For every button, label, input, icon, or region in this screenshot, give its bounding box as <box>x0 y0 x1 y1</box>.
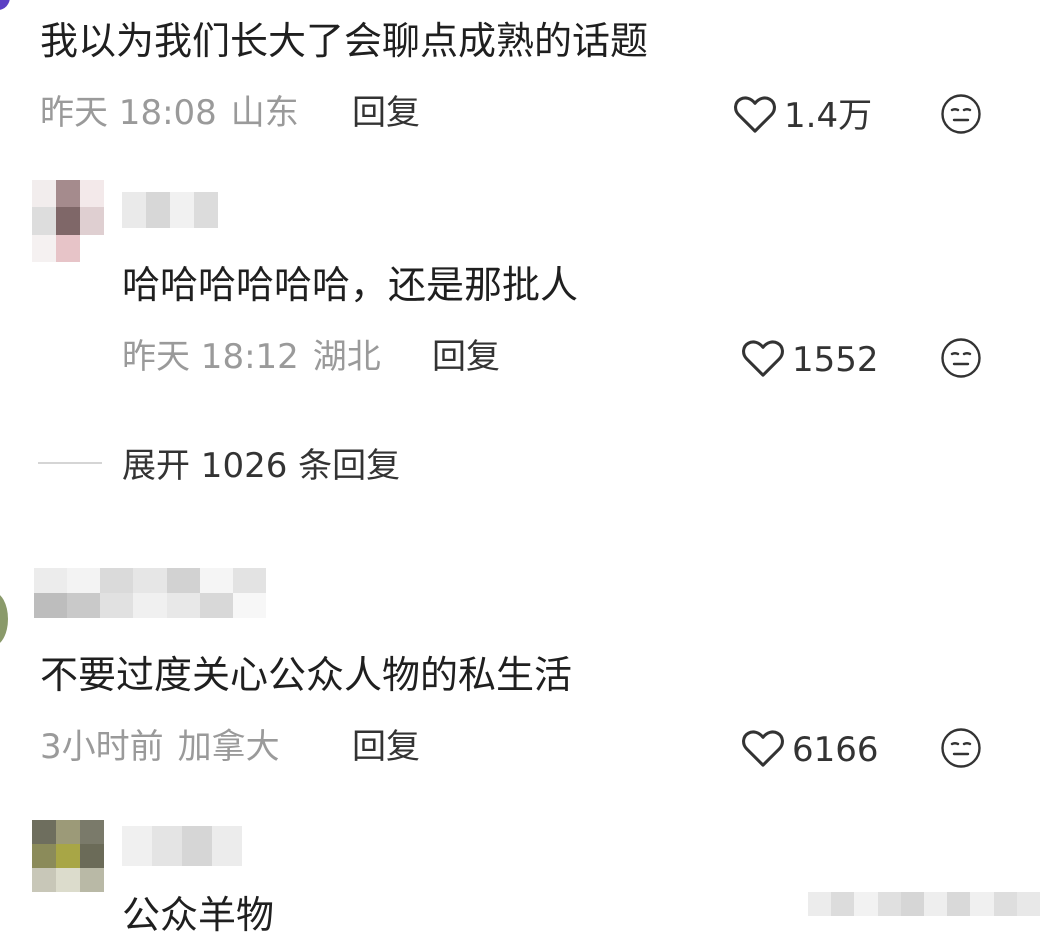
comment-location: 湖北 <box>312 337 381 377</box>
comment-time: 昨天 18:12 <box>122 337 299 377</box>
heart-outline-icon <box>732 92 784 140</box>
avatar[interactable] <box>32 180 104 262</box>
reply-button[interactable]: 回复 <box>352 96 420 130</box>
like-count: 1.4万 <box>784 96 873 136</box>
dislike-button[interactable] <box>940 727 982 773</box>
comment-text: 不要过度关心公众人物的私生活 <box>40 653 573 697</box>
avatar[interactable] <box>32 820 104 892</box>
comment-text: 哈哈哈哈哈哈，还是那批人 <box>122 263 579 307</box>
comment-time: 昨天 18:08 <box>40 93 217 133</box>
comment-text: 公众羊物 <box>122 893 275 937</box>
comment-meta: 昨天 18:12 湖北 <box>122 340 381 374</box>
comment-meta: 3小时前 加拿大 <box>40 730 280 764</box>
comment-meta: 昨天 18:08 山东 <box>40 96 299 130</box>
watermark <box>808 892 1040 916</box>
username-blurred[interactable] <box>122 192 218 228</box>
neutral-face-icon <box>941 728 981 768</box>
username-blurred[interactable] <box>122 826 242 866</box>
comment-time: 3小时前 <box>40 727 164 767</box>
comment-text: 我以为我们长大了会聊点成熟的话题 <box>40 19 649 63</box>
like-count: 1552 <box>792 340 879 380</box>
like-count: 6166 <box>792 730 879 770</box>
like-button[interactable]: 1.4万 <box>732 92 872 140</box>
heart-outline-icon <box>740 726 792 774</box>
neutral-face-icon <box>941 338 981 378</box>
neutral-face-icon <box>941 94 981 134</box>
username-blurred[interactable] <box>34 568 266 618</box>
comment-location: 加拿大 <box>177 727 280 767</box>
avatar-partial[interactable] <box>0 0 10 10</box>
like-button[interactable]: 1552 <box>740 336 879 384</box>
comment-location: 山东 <box>230 93 299 133</box>
heart-outline-icon <box>740 336 792 384</box>
expand-replies-label: 展开 1026 条回复 <box>122 446 401 486</box>
dislike-button[interactable] <box>940 337 982 383</box>
like-button[interactable]: 6166 <box>740 726 879 774</box>
dislike-button[interactable] <box>940 93 982 139</box>
reply-button[interactable]: 回复 <box>352 730 420 764</box>
divider-line <box>38 461 102 464</box>
expand-replies-button[interactable]: 展开 1026 条回复 <box>38 438 400 487</box>
reply-button[interactable]: 回复 <box>432 340 500 374</box>
avatar-partial[interactable] <box>0 592 8 646</box>
